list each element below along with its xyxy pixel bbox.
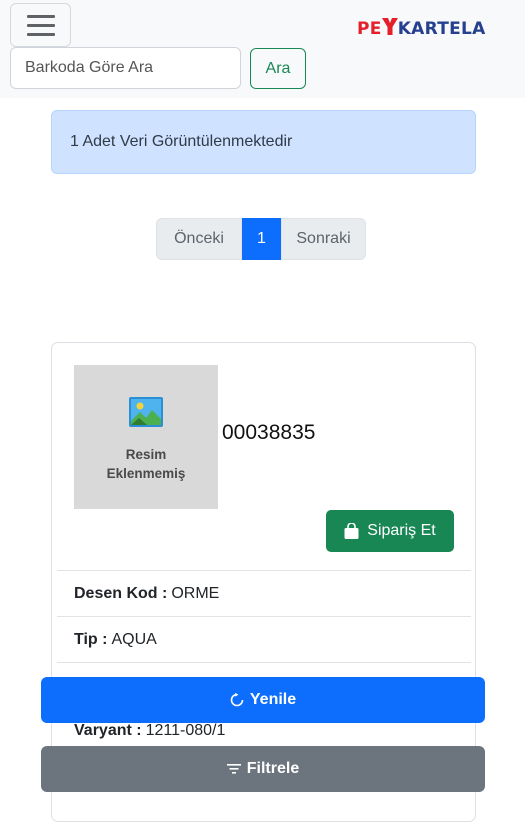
varyant-value: 1211-080/1 — [145, 722, 226, 739]
tip-label: Tip : — [74, 630, 108, 648]
no-image-text: Resim Eklenmemiş — [106, 447, 186, 481]
refresh-button-label: Yenile — [249, 691, 297, 708]
desen-kod-row: Desen Kod : ORME — [57, 570, 471, 616]
varyant-label: Varyant : — [74, 722, 142, 739]
brand-logo[interactable]: PE KARTELA — [357, 18, 486, 42]
image-icon — [129, 397, 163, 427]
results-count-alert: 1 Adet Veri Görüntülenmektedir — [51, 110, 476, 174]
desen-kod-value: ORME — [171, 584, 220, 602]
current-page-button[interactable]: 1 — [242, 218, 281, 260]
tip-value: AQUA — [111, 630, 157, 648]
product-image-placeholder: Resim Eklenmemiş — [74, 365, 218, 509]
refresh-button[interactable]: Yenile — [41, 677, 485, 723]
menu-toggle-button[interactable] — [10, 3, 71, 47]
logo-text-part2: KARTELA — [397, 19, 486, 39]
filter-button-label: Filtrele — [246, 760, 300, 777]
y-logo-icon — [381, 18, 398, 35]
hamburger-icon — [27, 15, 55, 18]
navbar: PE KARTELA Ara — [0, 0, 525, 98]
order-button-label: Sipariş Et — [367, 522, 436, 539]
filter-icon — [226, 764, 241, 774]
next-page-button[interactable]: Sonraki — [281, 218, 366, 260]
hamburger-icon-bar — [27, 24, 55, 27]
desen-kod-label: Desen Kod : — [74, 584, 168, 602]
refresh-icon — [230, 693, 244, 707]
filter-button[interactable]: Filtrele — [41, 746, 485, 792]
tip-row: Tip : AQUA — [57, 616, 471, 662]
pagination: Önceki 1 Sonraki — [156, 218, 366, 260]
shopping-bag-icon — [344, 523, 359, 539]
search-button[interactable]: Ara — [250, 48, 306, 89]
previous-page-button[interactable]: Önceki — [156, 218, 242, 260]
hamburger-icon-bar — [27, 33, 55, 36]
barcode-search-input[interactable] — [10, 47, 241, 89]
results-count-text: 1 Adet Veri Görüntülenmektedir — [70, 133, 293, 150]
order-button[interactable]: Sipariş Et — [326, 510, 454, 552]
product-barcode: 00038835 — [222, 421, 316, 444]
logo-text-part1: PE — [357, 19, 382, 39]
